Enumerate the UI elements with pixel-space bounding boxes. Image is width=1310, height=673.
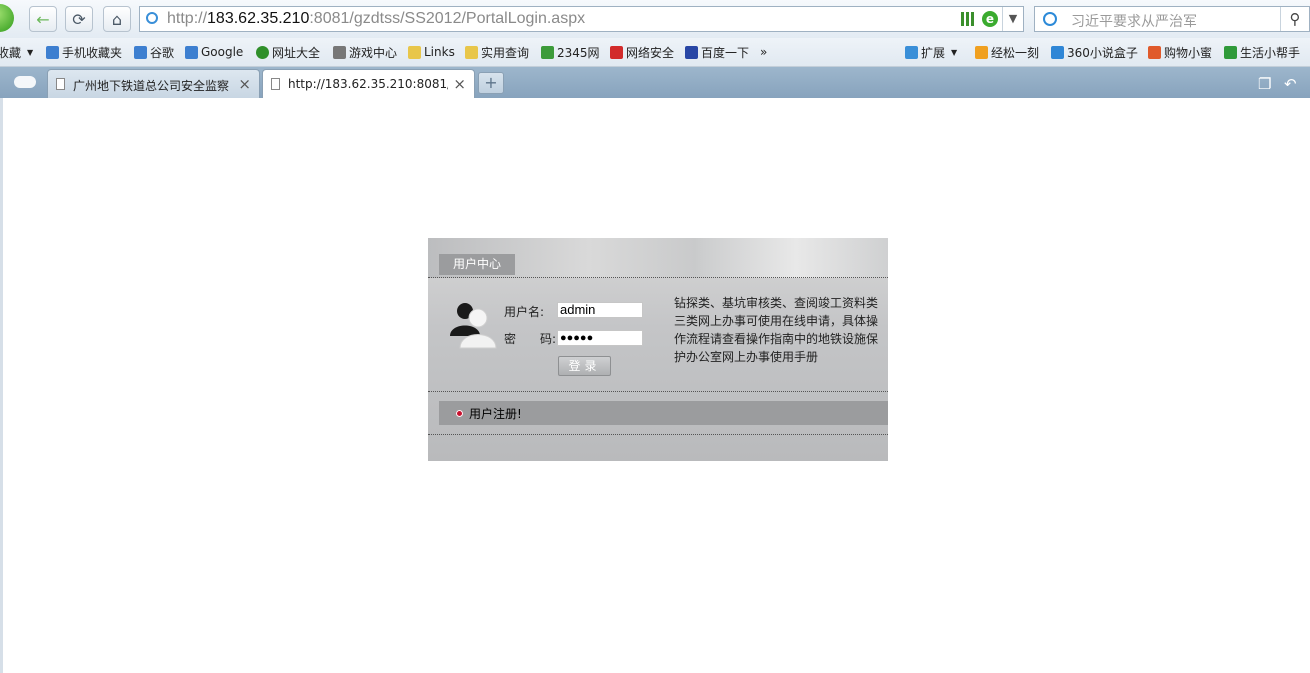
qr-code-icon[interactable] (961, 12, 975, 26)
bookmark-google[interactable]: Google (185, 44, 243, 60)
bookmark-extensions[interactable]: 扩展 ▼ (905, 44, 957, 60)
dropdown-icon: ▼ (951, 47, 958, 57)
undo-close-icon[interactable]: ↶ (1284, 75, 1297, 93)
google-icon (185, 45, 198, 59)
bookmark-guge[interactable]: 谷歌 (134, 44, 174, 60)
page-icon (271, 78, 280, 90)
bullet-icon (456, 410, 463, 417)
bookmark-label: 手机收藏夹 (62, 45, 123, 60)
baidu-paw-icon (685, 45, 698, 59)
bookmark-phone-favorites[interactable]: 手机收藏夹 (46, 44, 122, 60)
bookmark-label: 网址大全 (272, 45, 321, 60)
tab-title: http://183.62.35.210:8081/g (288, 77, 448, 91)
dropdown-icon: ▼ (27, 47, 34, 57)
search-button[interactable]: ⚲ (1280, 7, 1309, 31)
bookmark-baidu[interactable]: 百度一下 (685, 44, 749, 60)
folder-icon (408, 45, 421, 59)
bookmark-links[interactable]: Links (408, 44, 455, 60)
login-panel-header: 用户中心 (428, 238, 888, 278)
shield-icon (610, 45, 623, 59)
login-button[interactable]: 登录 (558, 356, 611, 376)
bookmark-label: 网络安全 (626, 45, 675, 60)
book-icon (1051, 45, 1064, 59)
page-icon (56, 78, 65, 90)
bookmark-favorites[interactable]: 收藏 ▼ (0, 44, 33, 60)
bookmark-label: 游戏中心 (349, 45, 398, 60)
helper-icon (1224, 45, 1237, 59)
tab-close-icon[interactable]: × (238, 75, 251, 93)
divider (428, 277, 888, 278)
notice-text: 钻探类、基坑审核类、查阅竣工资料类三类网上办事可使用在线申请，具体操作流程请查看… (674, 296, 879, 364)
address-bar[interactable]: http://183.62.35.210:8081/gzdtss/SS2012/… (139, 6, 1024, 32)
username-input[interactable]: admin (557, 302, 643, 318)
bookmark-360-novel[interactable]: 360小说盒子 (1051, 44, 1138, 60)
globe-icon (256, 45, 269, 59)
bookmark-practical-query[interactable]: 实用查询 (465, 44, 529, 60)
google-icon (134, 45, 147, 59)
refresh-button[interactable]: ⟳ (65, 6, 93, 32)
shop-icon (1148, 45, 1161, 59)
bookmark-shopping-helper[interactable]: 购物小蜜 (1148, 44, 1212, 60)
bookmark-label: 360小说盒子 (1067, 45, 1138, 60)
cloud-sync-icon[interactable] (14, 76, 36, 88)
tab-guangzhou-metro[interactable]: 广州地下铁道总公司安全监察 × (47, 69, 260, 98)
url-text[interactable]: http://183.62.35.210:8081/gzdtss/SS2012/… (167, 10, 585, 28)
bookmark-label: 生活小帮手 (1240, 45, 1301, 60)
house-icon (541, 45, 554, 59)
home-icon: ⌂ (111, 9, 123, 29)
tab-title: 广州地下铁道总公司安全监察 (73, 79, 230, 93)
bookmark-label: 收藏 (0, 45, 22, 60)
bookmark-url-directory[interactable]: 网址大全 (256, 44, 320, 60)
address-dropdown-button[interactable]: ▼ (1002, 7, 1023, 31)
bookmarks-more-button[interactable]: » (760, 44, 767, 60)
back-button[interactable]: ← (29, 6, 57, 32)
browser-toolbar: ← ⟳ ⌂ http://183.62.35.210:8081/gzdtss/S… (0, 0, 1310, 38)
smile-icon (975, 45, 988, 59)
page-globe-icon (146, 12, 158, 24)
divider (428, 434, 888, 435)
login-panel: 用户中心 用户名: admin 密 码: ●●●●● 登录 钻探类、基坑审核类、… (428, 238, 888, 461)
password-label: 密 码: (504, 332, 557, 346)
extension-icon (905, 45, 918, 59)
username-label: 用户名: (504, 305, 545, 319)
user-center-tab[interactable]: 用户中心 (439, 254, 515, 275)
more-chevron-icon: » (760, 45, 768, 59)
search-input[interactable]: 习近平要求从严治军 (1071, 11, 1197, 31)
bookmark-label: 购物小蜜 (1164, 45, 1213, 60)
ie-mode-icon[interactable]: e (982, 11, 998, 27)
bookmark-label: 实用查询 (481, 45, 530, 60)
password-input[interactable]: ●●●●● (557, 330, 643, 346)
tab-close-icon[interactable]: × (453, 75, 466, 93)
bookmark-game-center[interactable]: 游戏中心 (333, 44, 397, 60)
search-box[interactable]: 习近平要求从严治军 ⚲ (1034, 6, 1310, 32)
bookmark-relax-moment[interactable]: 经松一刻 (975, 44, 1039, 60)
tab-strip: 广州地下铁道总公司安全监察 × http://183.62.35.210:808… (0, 67, 1310, 99)
folder-icon (465, 45, 478, 59)
bookmark-2345[interactable]: 2345网 (541, 44, 600, 60)
home-button[interactable]: ⌂ (103, 6, 131, 32)
user-avatar-icon (450, 303, 497, 349)
bookmarks-bar: 收藏 ▼ 手机收藏夹 谷歌 Google 网址大全 游戏中心 Links 实用查询… (0, 38, 1310, 67)
search-engine-icon[interactable] (1043, 12, 1057, 26)
refresh-icon: ⟳ (72, 9, 86, 29)
browser-logo-icon[interactable] (0, 4, 14, 32)
bookmark-label: Google (201, 45, 244, 59)
bookmark-label: 2345网 (557, 45, 600, 60)
bookmark-network-security[interactable]: 网络安全 (610, 44, 674, 60)
tab-portal-login[interactable]: http://183.62.35.210:8081/g × (262, 69, 475, 99)
bookmark-label: 扩展 (921, 45, 946, 60)
new-tab-button[interactable]: + (478, 72, 504, 94)
bookmark-label: 经松一刻 (991, 45, 1040, 60)
register-link[interactable]: 用户注册! (469, 405, 522, 422)
bookmark-label: 谷歌 (150, 45, 175, 60)
bookmark-label: Links (424, 45, 455, 59)
back-arrow-icon: ← (36, 9, 50, 29)
divider (428, 391, 888, 392)
bookmark-label: 百度一下 (701, 45, 750, 60)
phone-icon (46, 45, 59, 59)
gamepad-icon (333, 45, 346, 59)
register-bar: 用户注册! (439, 401, 888, 425)
bookmark-life-helper[interactable]: 生活小帮手 (1224, 44, 1300, 60)
restore-tabs-icon[interactable]: ❐ (1258, 75, 1271, 93)
